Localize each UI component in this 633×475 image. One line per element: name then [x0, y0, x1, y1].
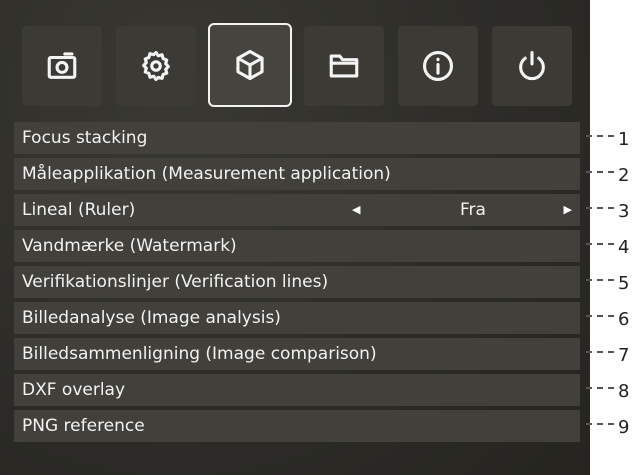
callout-number: 7 — [618, 345, 630, 366]
arrow-left-icon[interactable]: ◀ — [352, 194, 360, 226]
callout-leader-line — [586, 135, 614, 137]
callout: 6 — [584, 302, 633, 334]
menu-item-watermark[interactable]: Vandmærke (Watermark) — [14, 230, 580, 262]
menu-item-label: DXF overlay — [22, 380, 126, 400]
top-toolbar — [0, 0, 590, 120]
menu-item-measurement-application[interactable]: Måleapplikation (Measurement application… — [14, 158, 580, 190]
callout-leader-line — [586, 423, 614, 425]
power-button[interactable] — [492, 26, 572, 106]
camera-icon — [47, 52, 77, 79]
application-menu: Focus stacking Måleapplikation (Measurem… — [14, 122, 580, 446]
applications-button[interactable] — [208, 23, 292, 107]
callout-annotations: 1 2 3 4 5 6 7 8 9 — [584, 122, 633, 446]
callout-leader-line — [586, 315, 614, 317]
callout-number: 3 — [618, 201, 630, 222]
ruler-value: Fra — [460, 200, 486, 220]
menu-item-ruler[interactable]: Lineal (Ruler) ◀ Fra ▶ — [14, 194, 580, 226]
callout-leader-line — [586, 351, 614, 353]
menu-item-verification-lines[interactable]: Verifikationslinjer (Verification lines) — [14, 266, 580, 298]
menu-item-label: Focus stacking — [22, 128, 148, 148]
callout-number: 8 — [618, 381, 630, 402]
settings-button[interactable] — [116, 26, 196, 106]
callout-number: 6 — [618, 309, 630, 330]
cube-icon — [236, 49, 264, 81]
callout-number: 9 — [618, 417, 630, 438]
menu-item-png-reference[interactable]: PNG reference — [14, 410, 580, 442]
menu-item-label: Vandmærke (Watermark) — [22, 236, 237, 256]
info-button[interactable] — [398, 26, 478, 106]
callout-leader-line — [586, 279, 614, 281]
menu-item-label: Måleapplikation (Measurement application… — [22, 164, 391, 184]
callout-leader-line — [586, 207, 614, 209]
menu-item-label: PNG reference — [22, 416, 145, 436]
gear-icon — [142, 50, 170, 82]
callout-leader-line — [586, 171, 614, 173]
menu-item-dxf-overlay[interactable]: DXF overlay — [14, 374, 580, 406]
menu-item-label: Billedanalyse (Image analysis) — [22, 308, 281, 328]
menu-item-label: Lineal (Ruler) — [22, 200, 136, 220]
callout-number: 5 — [618, 273, 630, 294]
arrow-right-icon[interactable]: ▶ — [564, 194, 572, 226]
callout: 9 — [584, 410, 633, 442]
menu-panel: Focus stacking Måleapplikation (Measurem… — [0, 0, 590, 475]
camera-button[interactable] — [22, 26, 102, 106]
callout-number: 2 — [618, 165, 630, 186]
callout: 5 — [584, 266, 633, 298]
callout-number: 1 — [618, 129, 630, 150]
menu-item-focus-stacking[interactable]: Focus stacking — [14, 122, 580, 154]
power-icon — [519, 50, 545, 81]
callout: 7 — [584, 338, 633, 370]
callout: 1 — [584, 122, 633, 154]
menu-item-image-comparison[interactable]: Billedsammenligning (Image comparison) — [14, 338, 580, 370]
callout: 4 — [584, 230, 633, 262]
menu-item-label: Verifikationslinjer (Verification lines) — [22, 272, 329, 292]
callout-leader-line — [586, 243, 614, 245]
callout-leader-line — [586, 387, 614, 389]
info-icon — [422, 50, 454, 82]
callout: 8 — [584, 374, 633, 406]
folder-button[interactable] — [304, 26, 384, 106]
callout: 3 — [584, 194, 633, 226]
menu-item-label: Billedsammenligning (Image comparison) — [22, 344, 377, 364]
callout-number: 4 — [618, 237, 630, 258]
folder-icon — [329, 54, 359, 78]
menu-item-image-analysis[interactable]: Billedanalyse (Image analysis) — [14, 302, 580, 334]
callout: 2 — [584, 158, 633, 190]
